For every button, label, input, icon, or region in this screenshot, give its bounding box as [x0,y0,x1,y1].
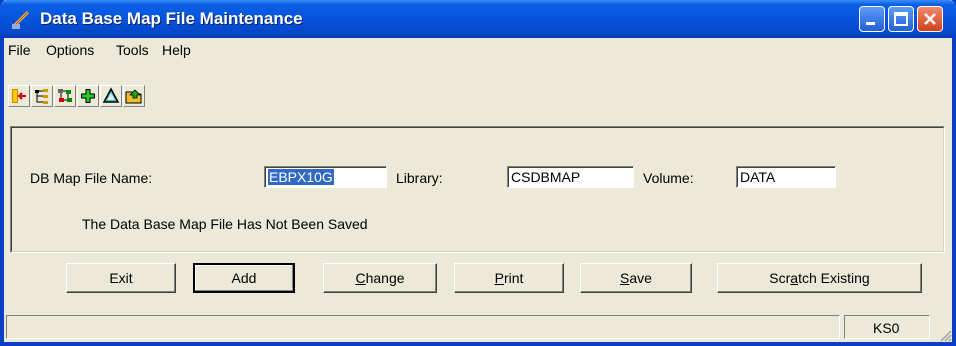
save-hotkey: S [620,270,630,286]
triangle-icon[interactable] [100,85,122,107]
title-bar[interactable]: Data Base Map File Maintenance [0,0,956,38]
scratch-hotkey: a [790,270,799,286]
maximize-button[interactable] [888,6,914,32]
library-input[interactable]: CSDBMAP [507,166,634,188]
scratch-existing-button[interactable]: Scratch Existing [717,263,922,293]
window-title: Data Base Map File Maintenance [40,9,303,28]
change-hotkey: C [355,270,366,286]
change-button-label: hange [365,270,405,286]
add-button[interactable]: Add [193,263,295,293]
folder-icon[interactable] [123,85,145,107]
tree-network-icon[interactable] [54,85,76,107]
app-icon [10,9,32,31]
print-button[interactable]: Print [454,263,564,293]
menu-file[interactable]: File [8,42,31,58]
menu-options[interactable]: Options [46,42,94,58]
print-hotkey: P [494,270,504,286]
main-window: Data Base Map File Maintenance File Opti… [0,0,956,346]
status-panel-code: KS0 [844,315,930,339]
button-row: Exit Add Change Print Save Scratch Exist… [4,256,952,306]
library-label: Library: [396,170,443,186]
status-panel-main [6,315,840,339]
change-button[interactable]: Change [323,263,437,293]
map-file-name-value: EBPX10G [268,169,334,185]
add-plus-icon[interactable] [77,85,99,107]
save-button-label: ave [629,270,652,286]
save-status-message: The Data Base Map File Has Not Been Save… [82,216,368,232]
exit-door-icon[interactable] [8,85,30,107]
library-value: CSDBMAP [511,169,581,185]
scratch-label-prefix: Scr [769,270,791,286]
map-file-name-input[interactable]: EBPX10G [264,166,387,188]
exit-button-label: Exit [109,270,133,286]
toolbar [4,85,952,117]
exit-button[interactable]: Exit [66,263,176,293]
menu-help[interactable]: Help [162,42,191,58]
scratch-button-label: tch Existing [798,270,870,286]
save-button[interactable]: Save [580,263,692,293]
menu-bar: File Options Tools Help [4,38,952,63]
minimize-button[interactable] [859,6,885,32]
volume-value: DATA [740,169,776,185]
close-button[interactable] [917,6,943,32]
resize-grip[interactable] [938,328,952,342]
map-file-label: DB Map File Name: [30,170,153,186]
add-button-label: Add [231,270,257,286]
volume-input[interactable]: DATA [736,166,836,188]
tree-structure-icon[interactable] [31,85,53,107]
menu-tools[interactable]: Tools [116,42,149,58]
status-code: KS0 [873,320,900,336]
print-button-label: rint [503,270,524,286]
map-file-panel: DB Map File Name: EBPX10G Library: CSDBM… [10,126,945,253]
volume-label: Volume: [643,170,694,186]
status-bar: KS0 [4,313,952,342]
